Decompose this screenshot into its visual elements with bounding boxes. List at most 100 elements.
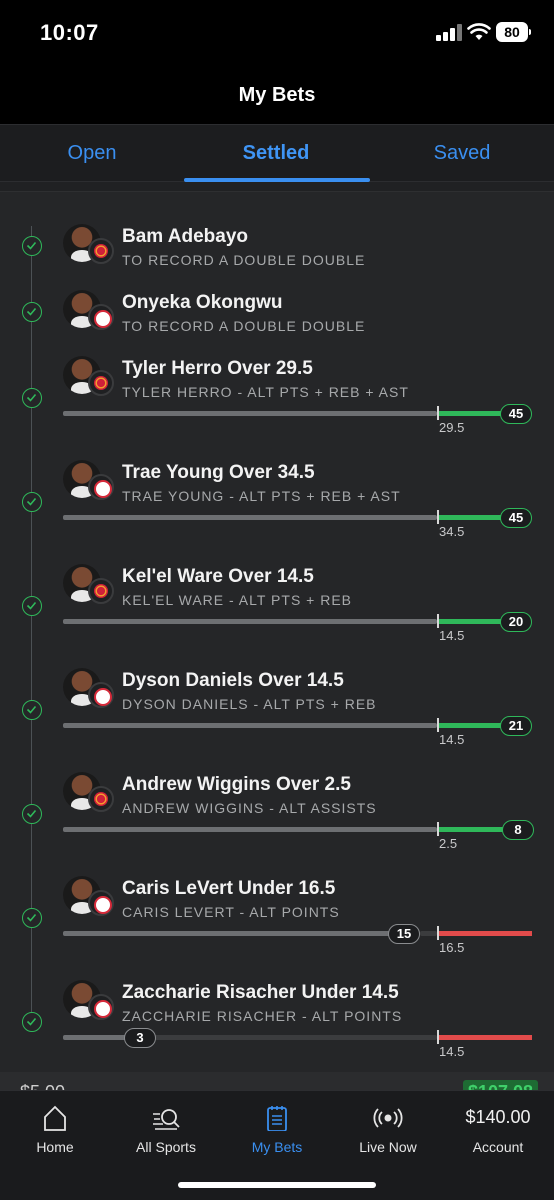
bet-legs-list[interactable]: Bam Adebayo TO RECORD A DOUBLE DOUBLE On… xyxy=(0,182,554,1072)
nav-live-now-label: Live Now xyxy=(359,1139,417,1155)
status-time: 10:07 xyxy=(40,20,99,45)
team-logo-icon xyxy=(88,890,114,916)
team-logo-icon xyxy=(88,238,114,264)
home-icon xyxy=(44,1105,66,1131)
team-logo-icon xyxy=(88,786,114,812)
line-marker xyxy=(437,406,439,420)
progress-remainder xyxy=(138,1035,437,1040)
header: My Bets xyxy=(0,70,554,124)
team-logo-icon xyxy=(88,304,114,330)
nav-all-sports-label: All Sports xyxy=(136,1139,196,1155)
progress-fill xyxy=(439,515,503,520)
tab-bar: Open Settled Saved xyxy=(0,124,554,182)
wifi-icon xyxy=(467,23,491,40)
progress-track xyxy=(63,619,437,624)
leg-title: Onyeka Okongwu xyxy=(122,292,283,313)
leg-title: Tyler Herro Over 29.5 xyxy=(122,358,313,379)
line-value: 2.5 xyxy=(439,836,458,851)
battery-icon: 80 xyxy=(496,22,531,42)
check-icon xyxy=(22,302,42,322)
status-bar: 10:07 80 xyxy=(0,0,554,70)
stat-badge: 21 xyxy=(500,716,532,736)
home-indicator xyxy=(178,1182,376,1188)
nav-my-bets-label: My Bets xyxy=(251,1139,303,1155)
progress-track xyxy=(63,723,437,728)
leg-title: Zaccharie Risacher Under 14.5 xyxy=(122,982,399,1003)
stat-badge: 15 xyxy=(388,924,420,944)
line-marker xyxy=(437,718,439,732)
page-title: My Bets xyxy=(238,84,316,106)
check-icon xyxy=(22,236,42,256)
stat-badge: 45 xyxy=(500,404,532,424)
check-icon xyxy=(22,804,42,824)
leg-subtitle: TYLER HERRO - ALT PTS + REB + AST xyxy=(122,384,409,400)
line-value: 14.5 xyxy=(439,732,465,747)
leg-subtitle: ANDREW WIGGINS - ALT ASSISTS xyxy=(122,800,377,816)
progress-track xyxy=(63,515,437,520)
progress-fill xyxy=(439,1035,532,1040)
leg-subtitle: KEL'EL WARE - ALT PTS + REB xyxy=(122,592,353,608)
nav-live-now[interactable]: Live Now xyxy=(333,1091,443,1171)
leg-title: Dyson Daniels Over 14.5 xyxy=(122,670,344,691)
live-broadcast-icon xyxy=(373,1108,403,1128)
leg-subtitle: CARIS LEVERT - ALT POINTS xyxy=(122,904,340,920)
bet-slip-icon xyxy=(267,1106,287,1131)
team-logo-icon xyxy=(88,994,114,1020)
team-logo-icon xyxy=(88,578,114,604)
stat-badge: 20 xyxy=(500,612,532,632)
stat-badge: 3 xyxy=(124,1028,156,1048)
progress-fill xyxy=(439,827,503,832)
line-marker xyxy=(437,1030,439,1044)
check-icon xyxy=(22,1012,42,1032)
progress-remainder xyxy=(420,931,437,936)
team-logo-icon xyxy=(88,474,114,500)
line-value: 14.5 xyxy=(439,1044,465,1059)
team-logo-icon xyxy=(88,682,114,708)
progress-fill xyxy=(439,411,503,416)
check-icon xyxy=(22,388,42,408)
leg-title: Trae Young Over 34.5 xyxy=(122,462,315,483)
progress-fill xyxy=(439,723,503,728)
progress-track xyxy=(63,827,437,832)
signal-icon xyxy=(436,24,462,41)
nav-account[interactable]: $140.00 Account xyxy=(443,1091,553,1171)
account-balance: $140.00 xyxy=(465,1107,531,1127)
line-marker xyxy=(437,614,439,628)
progress-track xyxy=(63,931,401,936)
stat-badge: 8 xyxy=(502,820,534,840)
check-icon xyxy=(22,492,42,512)
search-icon xyxy=(153,1109,180,1130)
line-marker xyxy=(437,510,439,524)
check-icon xyxy=(22,908,42,928)
tab-saved[interactable]: Saved xyxy=(370,125,554,183)
leg-title: Bam Adebayo xyxy=(122,226,248,247)
team-logo-icon xyxy=(88,370,114,396)
progress-fill xyxy=(439,619,503,624)
progress-track xyxy=(63,411,437,416)
nav-all-sports[interactable]: All Sports xyxy=(111,1091,221,1171)
leg-subtitle: TO RECORD A DOUBLE DOUBLE xyxy=(122,252,366,268)
nav-home-label: Home xyxy=(36,1139,74,1155)
line-marker xyxy=(437,926,439,940)
tab-settled[interactable]: Settled xyxy=(184,125,368,183)
leg-subtitle: TO RECORD A DOUBLE DOUBLE xyxy=(122,318,366,334)
tab-open[interactable]: Open xyxy=(0,125,184,183)
timeline-line xyxy=(31,226,32,1018)
check-icon xyxy=(22,596,42,616)
leg-title: Kel'el Ware Over 14.5 xyxy=(122,566,314,587)
nav-home[interactable]: Home xyxy=(0,1091,110,1171)
leg-subtitle: DYSON DANIELS - ALT PTS + REB xyxy=(122,696,377,712)
list-top-edge xyxy=(0,182,554,192)
check-icon xyxy=(22,700,42,720)
nav-account-label: Account xyxy=(472,1139,524,1155)
nav-my-bets[interactable]: My Bets xyxy=(222,1091,332,1171)
progress-fill xyxy=(439,931,532,936)
leg-subtitle: TRAE YOUNG - ALT PTS + REB + AST xyxy=(122,488,401,504)
line-value: 29.5 xyxy=(439,420,465,435)
leg-subtitle: ZACCHARIE RISACHER - ALT POINTS xyxy=(122,1008,403,1024)
leg-title: Caris LeVert Under 16.5 xyxy=(122,878,336,899)
line-value: 14.5 xyxy=(439,628,465,643)
stat-badge: 45 xyxy=(500,508,532,528)
leg-title: Andrew Wiggins Over 2.5 xyxy=(122,774,351,795)
line-value: 16.5 xyxy=(439,940,465,955)
